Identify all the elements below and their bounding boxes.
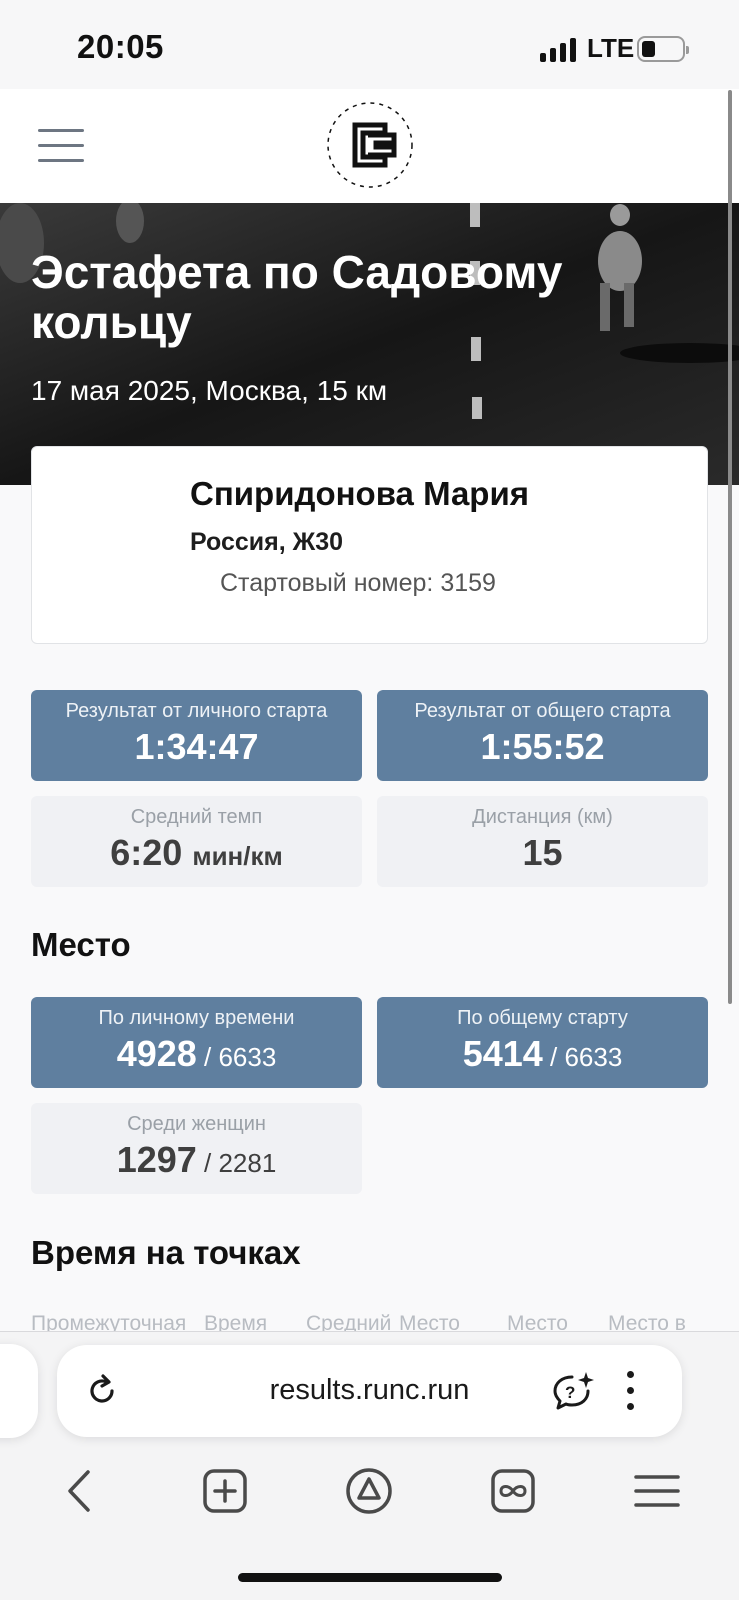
event-title: Эстафета по Садовому кольцу bbox=[31, 246, 563, 348]
athlete-card: Спиридонова Мария Россия, Ж30 Стартовый … bbox=[31, 446, 708, 644]
screen: 20:05 LTE Эстафета по Садовому кольцу 17… bbox=[0, 0, 739, 1600]
place-personal-label: По личному времени bbox=[98, 1007, 295, 1029]
site-header bbox=[0, 89, 739, 203]
status-bar: 20:05 LTE bbox=[0, 0, 739, 89]
place-women-label: Среди женщин bbox=[127, 1113, 266, 1135]
page-scrollbar[interactable] bbox=[728, 90, 732, 1004]
assistant-icon[interactable]: ? bbox=[550, 1369, 594, 1413]
assistant-home-icon[interactable] bbox=[344, 1466, 394, 1516]
place-gun-value: 5414 bbox=[462, 1033, 543, 1074]
status-time: 20:05 bbox=[77, 28, 164, 65]
distance-label: Дистанция (км) bbox=[472, 806, 613, 828]
personal-result-value: 1:34:47 bbox=[134, 726, 259, 767]
more-options-icon[interactable] bbox=[625, 1371, 635, 1411]
signal-icon bbox=[540, 38, 578, 62]
place-gun-tile: По общему старту 5414 / 6633 bbox=[377, 997, 708, 1088]
athlete-country-category: Россия, Ж30 bbox=[190, 528, 344, 556]
place-women-total: / 2281 bbox=[196, 1148, 277, 1178]
menu-icon[interactable] bbox=[38, 129, 84, 163]
place-section-title: Место bbox=[31, 926, 131, 963]
logo-icon[interactable] bbox=[322, 95, 418, 195]
athlete-bib-number: Стартовый номер: 3159 bbox=[220, 569, 496, 597]
gun-result-tile: Результат от общего старта 1:55:52 bbox=[377, 690, 708, 781]
event-hero: Эстафета по Садовому кольцу 17 мая 2025,… bbox=[0, 203, 739, 485]
place-personal-value: 4928 bbox=[116, 1033, 197, 1074]
personal-result-tile: Результат от личного старта 1:34:47 bbox=[31, 690, 362, 781]
battery-icon bbox=[637, 36, 689, 62]
place-women-tile: Среди женщин 1297 / 2281 bbox=[31, 1103, 362, 1194]
address-bar[interactable]: results.runc.run ? bbox=[57, 1345, 682, 1437]
new-tab-icon[interactable] bbox=[200, 1466, 250, 1516]
gun-result-value: 1:55:52 bbox=[480, 726, 605, 767]
distance-tile: Дистанция (км) 15 bbox=[377, 796, 708, 887]
pace-value-row: 6:20 мин/км bbox=[31, 832, 362, 874]
place-gun-total: / 6633 bbox=[542, 1042, 623, 1072]
event-subtitle: 17 мая 2025, Москва, 15 км bbox=[31, 375, 388, 406]
place-personal-value-row: 4928 / 6633 bbox=[31, 1033, 362, 1075]
previous-tab-preview[interactable] bbox=[0, 1344, 38, 1438]
pace-tile: Средний темп 6:20 мин/км bbox=[31, 796, 362, 887]
network-type: LTE bbox=[587, 33, 635, 63]
tabs-icon[interactable] bbox=[488, 1466, 538, 1516]
home-indicator[interactable] bbox=[238, 1573, 502, 1582]
personal-result-label: Результат от личного старта bbox=[65, 700, 328, 722]
menu-lines-icon[interactable] bbox=[632, 1466, 682, 1516]
place-gun-value-row: 5414 / 6633 bbox=[377, 1033, 708, 1075]
pace-label: Средний темп bbox=[130, 806, 263, 828]
gun-result-label: Результат от общего старта bbox=[414, 700, 671, 722]
place-gun-label: По общему старту bbox=[457, 1007, 628, 1029]
pace-unit: мин/км bbox=[192, 841, 283, 871]
place-personal-total: / 6633 bbox=[196, 1042, 277, 1072]
pace-value: 6:20 bbox=[110, 832, 183, 873]
back-icon[interactable] bbox=[56, 1466, 106, 1516]
place-personal-tile: По личному времени 4928 / 6633 bbox=[31, 997, 362, 1088]
place-women-value-row: 1297 / 2281 bbox=[31, 1139, 362, 1181]
svg-text:?: ? bbox=[565, 1383, 575, 1402]
distance-value: 15 bbox=[522, 832, 563, 873]
splits-section-title: Время на точках bbox=[31, 1234, 301, 1271]
place-women-value: 1297 bbox=[116, 1139, 197, 1180]
athlete-name: Спиридонова Мария bbox=[190, 475, 530, 512]
